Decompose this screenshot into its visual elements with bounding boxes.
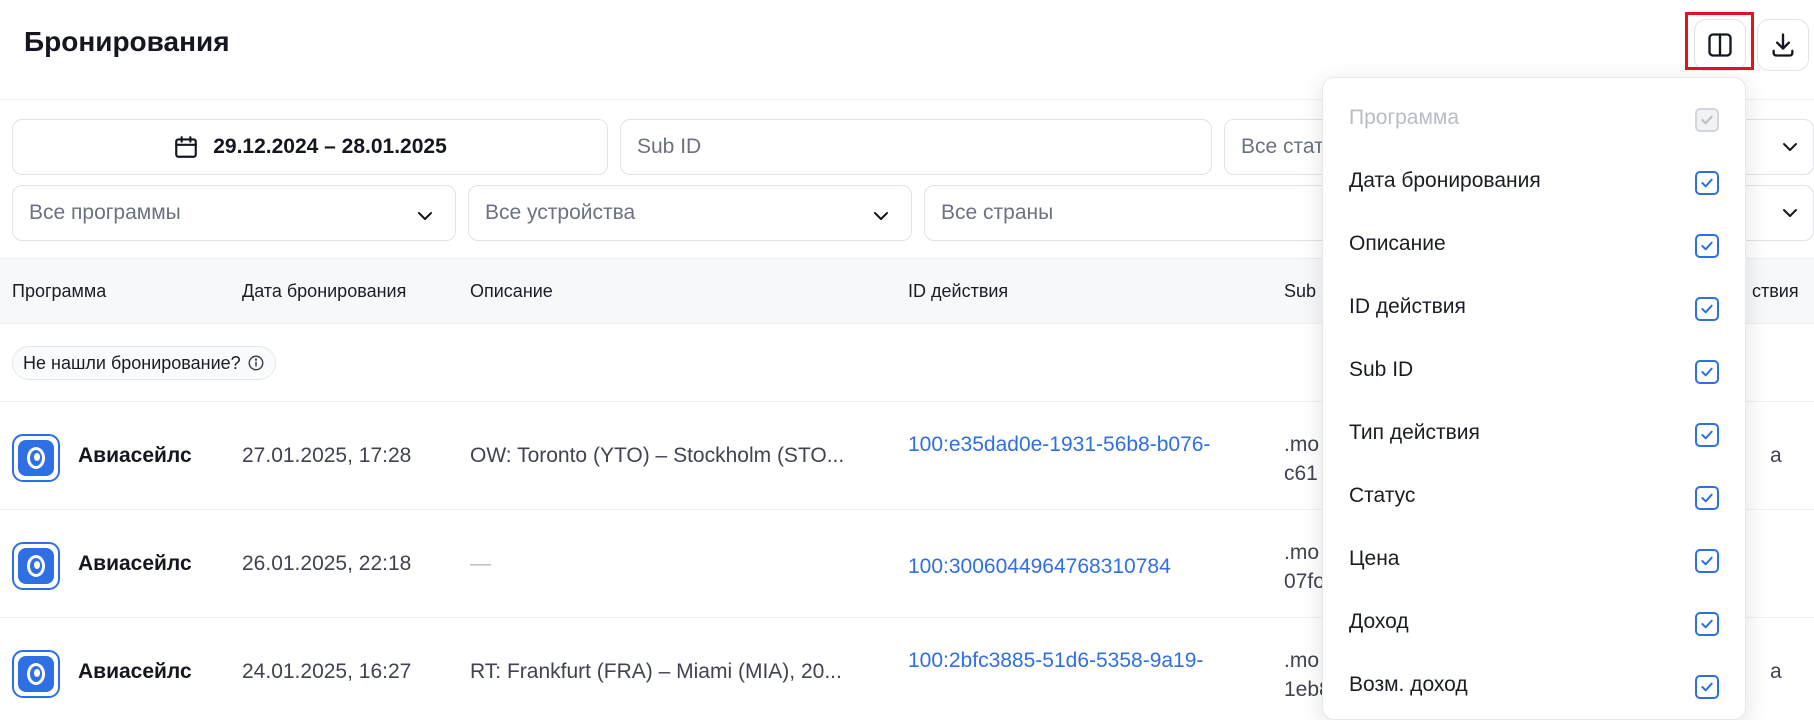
menu-item-program: Программа xyxy=(1323,88,1745,151)
menu-item-booking-date[interactable]: Дата бронирования xyxy=(1323,151,1745,214)
booking-date: 24.01.2025, 16:27 xyxy=(242,660,412,683)
column-visibility-menu: Программа Дата бронирования Описание ID … xyxy=(1322,77,1746,720)
menu-item-label: Дата бронирования xyxy=(1349,169,1541,192)
chevron-down-icon xyxy=(1783,209,1797,217)
menu-item-possible-income[interactable]: Возм. доход xyxy=(1323,655,1745,718)
info-icon xyxy=(248,355,264,371)
checkbox[interactable] xyxy=(1695,423,1719,447)
sub-id-input[interactable]: Sub ID xyxy=(620,119,1212,175)
menu-item-label: Sub ID xyxy=(1349,358,1414,381)
check-icon xyxy=(1701,619,1713,629)
booking-date: 26.01.2025, 22:18 xyxy=(242,552,412,575)
action-id-link[interactable]: 100:e35dad0e-1931-56b8-b076- xyxy=(908,430,1248,472)
check-icon xyxy=(1701,241,1713,251)
checkbox[interactable] xyxy=(1695,360,1719,384)
menu-item-action-type[interactable]: Тип действия xyxy=(1323,403,1745,466)
booking-description: — xyxy=(470,552,491,575)
check-icon xyxy=(1701,682,1713,692)
download-icon xyxy=(1772,33,1794,57)
program-name: Авиасейлс xyxy=(78,660,192,683)
page-title: Бронирования xyxy=(24,26,230,57)
menu-item-status[interactable]: Статус xyxy=(1323,466,1745,529)
column-header-sub-id[interactable]: Sub xyxy=(1284,281,1316,302)
aviasales-logo-icon xyxy=(12,434,60,482)
menu-item-label: Возм. доход xyxy=(1349,673,1468,696)
menu-item-price[interactable]: Цена xyxy=(1323,529,1745,592)
checkbox-disabled xyxy=(1695,108,1719,132)
action-type-value: a xyxy=(1770,660,1782,683)
countries-select-value: Все страны xyxy=(941,201,1054,224)
programs-select-value: Все программы xyxy=(29,201,181,224)
download-button[interactable] xyxy=(1757,19,1809,71)
checkbox[interactable] xyxy=(1695,297,1719,321)
menu-item-label: Статус xyxy=(1349,484,1416,507)
check-icon xyxy=(1701,493,1713,503)
program-name: Авиасейлс xyxy=(78,444,192,467)
missing-booking-text: Не нашли бронирование? xyxy=(23,352,241,373)
check-icon xyxy=(1701,115,1713,125)
sub-id-value: .mo 07fo xyxy=(1284,541,1324,593)
menu-item-label: Тип действия xyxy=(1349,421,1480,444)
status-select-value: Все стат xyxy=(1241,135,1324,158)
menu-item-label: Цена xyxy=(1349,547,1400,570)
program-name: Авиасейлс xyxy=(78,552,192,575)
menu-item-income[interactable]: Доход xyxy=(1323,592,1745,655)
devices-select-value: Все устройства xyxy=(485,201,636,224)
check-icon xyxy=(1701,556,1713,566)
menu-item-label: Доход xyxy=(1349,610,1409,633)
menu-item-description[interactable]: Описание xyxy=(1323,214,1745,277)
column-header-action-type[interactable]: ствия xyxy=(1752,281,1799,302)
bookings-page: Бронирования 29.12.2024 – 28.01.2025 Sub… xyxy=(0,0,1814,720)
checkbox[interactable] xyxy=(1695,612,1719,636)
chevron-down-icon xyxy=(418,212,432,220)
booking-date: 27.01.2025, 17:28 xyxy=(242,444,412,467)
check-icon xyxy=(1701,178,1713,188)
date-range-picker[interactable]: 29.12.2024 – 28.01.2025 xyxy=(12,119,608,175)
chevron-down-icon xyxy=(874,212,888,220)
checkbox[interactable] xyxy=(1695,171,1719,195)
aviasales-logo-icon xyxy=(12,650,60,698)
programs-select[interactable]: Все программы xyxy=(12,185,456,241)
menu-item-label: Описание xyxy=(1349,232,1446,255)
menu-item-action-id[interactable]: ID действия xyxy=(1323,277,1745,340)
devices-select[interactable]: Все устройства xyxy=(468,185,912,241)
menu-item-label: ID действия xyxy=(1349,295,1466,318)
column-header-action-id[interactable]: ID действия xyxy=(908,281,1008,302)
menu-item-label: Программа xyxy=(1349,106,1460,129)
column-header-date[interactable]: Дата бронирования xyxy=(242,281,406,302)
column-header-program[interactable]: Программа xyxy=(12,281,106,302)
booking-description: OW: Toronto (YTO) – Stockholm (STO... xyxy=(470,444,845,467)
action-type-value: a xyxy=(1770,444,1782,467)
action-id-link[interactable]: 100:3006044964768310784 xyxy=(908,552,1248,580)
check-icon xyxy=(1701,367,1713,377)
missing-booking-chip[interactable]: Не нашли бронирование? xyxy=(12,346,276,380)
checkbox[interactable] xyxy=(1695,675,1719,699)
sub-id-value: .mo c61 xyxy=(1284,433,1320,485)
check-icon xyxy=(1701,430,1713,440)
chevron-down-icon xyxy=(1783,143,1797,151)
menu-item-sub-id[interactable]: Sub ID xyxy=(1323,340,1745,403)
checkbox[interactable] xyxy=(1695,234,1719,258)
sub-id-placeholder: Sub ID xyxy=(637,135,702,158)
check-icon xyxy=(1701,304,1713,314)
column-header-description[interactable]: Описание xyxy=(470,281,553,302)
booking-description: RT: Frankfurt (FRA) – Miami (MIA), 20... xyxy=(470,660,842,683)
checkbox[interactable] xyxy=(1695,486,1719,510)
sub-id-value: .mo 1eb8 xyxy=(1284,649,1324,701)
calendar-icon xyxy=(173,134,199,160)
checkbox[interactable] xyxy=(1695,549,1719,573)
highlight-box xyxy=(1685,12,1754,70)
aviasales-logo-icon xyxy=(12,542,60,590)
action-id-link[interactable]: 100:2bfc3885-51d6-5358-9a19- xyxy=(908,646,1248,688)
date-range-value: 29.12.2024 – 28.01.2025 xyxy=(213,135,447,158)
